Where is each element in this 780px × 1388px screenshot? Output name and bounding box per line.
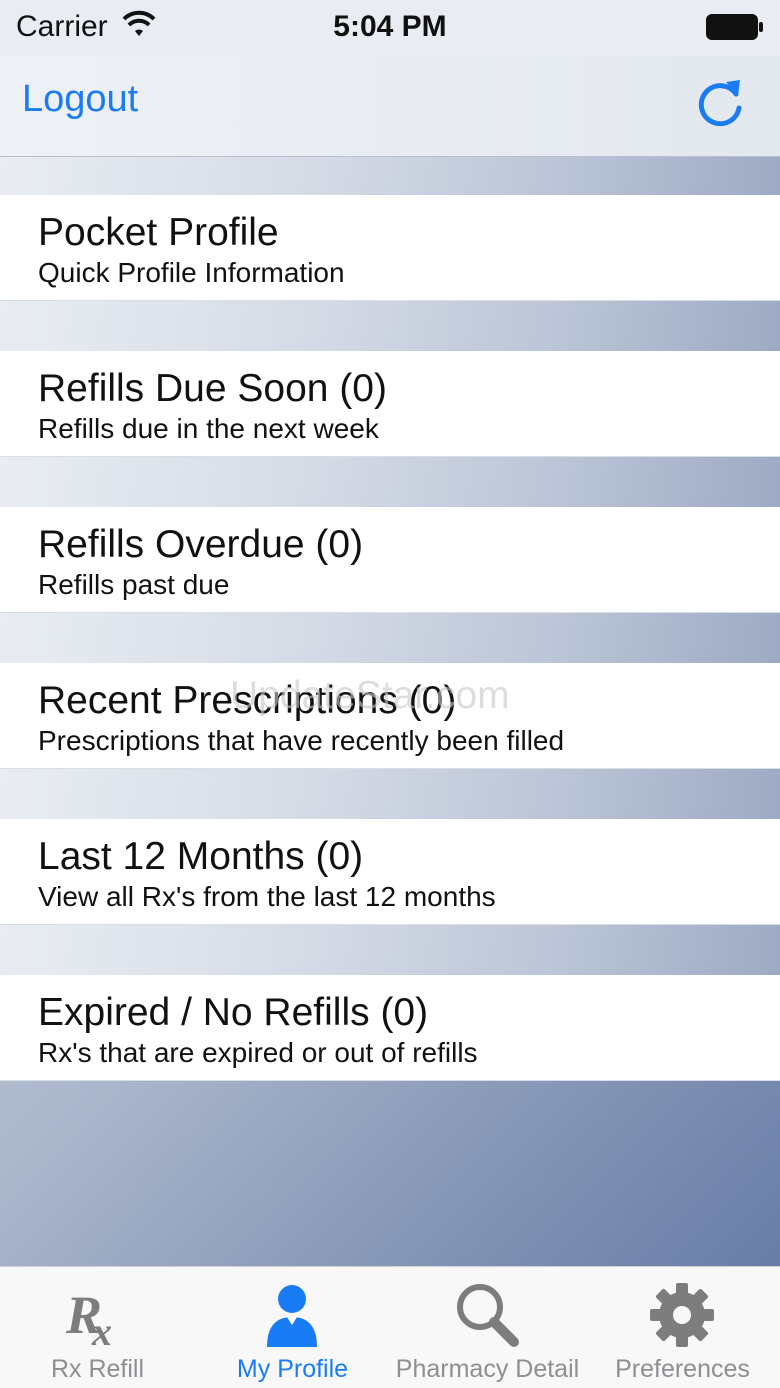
separator-band [0, 157, 780, 195]
gear-icon [650, 1283, 714, 1347]
tab-preferences[interactable]: Preferences [585, 1267, 780, 1388]
menu-item-title: Expired / No Refills (0) [38, 991, 429, 1034]
rx-icon: R x [65, 1285, 112, 1349]
tab-label: Rx Refill [50, 1355, 145, 1383]
separator-band [0, 925, 780, 975]
menu-item-title: Refills Due Soon (0) [38, 367, 387, 410]
navigation-bar: Logout [0, 56, 780, 157]
menu-item-recent-prescriptions[interactable]: Recent Prescriptions (0) Prescriptions t… [0, 663, 780, 769]
tab-bar: R x Rx Refill My Profile Pharmacy Detail [0, 1266, 780, 1388]
separator-band [0, 301, 780, 351]
tab-label: Preferences [615, 1355, 750, 1383]
menu-item-title: Recent Prescriptions (0) [38, 679, 457, 722]
profile-icon [267, 1285, 317, 1347]
svg-text:x: x [91, 1309, 112, 1349]
menu-item-pocket-profile[interactable]: Pocket Profile Quick Profile Information [0, 195, 780, 301]
menu-item-title: Last 12 Months (0) [38, 835, 364, 878]
separator-band [0, 613, 780, 663]
tab-label: My Profile [236, 1355, 349, 1383]
menu-item-subtitle: Prescriptions that have recently been fi… [38, 725, 565, 756]
separator-band [0, 769, 780, 819]
tab-rx-refill[interactable]: R x Rx Refill [0, 1267, 195, 1388]
search-icon [457, 1284, 519, 1347]
battery-icon [706, 14, 763, 40]
refresh-icon[interactable] [692, 74, 748, 132]
clock-label: 5:04 PM [333, 10, 447, 43]
logout-button[interactable]: Logout [22, 78, 138, 121]
menu-item-title: Refills Overdue (0) [38, 523, 364, 566]
menu-item-subtitle: View all Rx's from the last 12 months [38, 881, 496, 912]
menu-item-refills-overdue[interactable]: Refills Overdue (0) Refills past due [0, 507, 780, 613]
tab-pharmacy-detail[interactable]: Pharmacy Detail [390, 1267, 585, 1388]
tab-label: Pharmacy Detail [395, 1355, 580, 1383]
status-bar: Carrier 5:04 PM [0, 0, 780, 56]
tab-my-profile[interactable]: My Profile [195, 1267, 390, 1388]
menu-item-title: Pocket Profile [38, 211, 279, 254]
menu-item-refills-due-soon[interactable]: Refills Due Soon (0) Refills due in the … [0, 351, 780, 457]
menu-item-subtitle: Quick Profile Information [38, 257, 345, 288]
profile-menu: Pocket Profile Quick Profile Information… [0, 157, 780, 1265]
menu-item-subtitle: Refills due in the next week [38, 413, 379, 444]
menu-item-expired-no-refills[interactable]: Expired / No Refills (0) Rx's that are e… [0, 975, 780, 1081]
menu-item-subtitle: Rx's that are expired or out of refills [38, 1037, 478, 1068]
menu-item-subtitle: Refills past due [38, 569, 230, 600]
separator-band [0, 457, 780, 507]
menu-item-last-12-months[interactable]: Last 12 Months (0) View all Rx's from th… [0, 819, 780, 925]
